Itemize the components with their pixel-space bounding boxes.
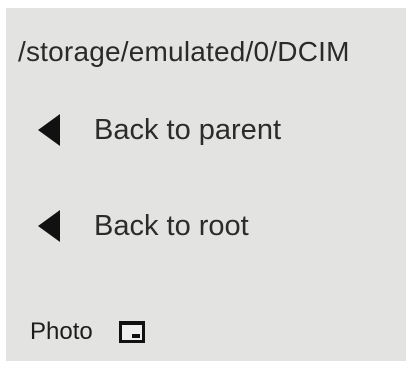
back-to-root-button[interactable]: Back to root: [20, 202, 380, 250]
back-to-parent-button[interactable]: Back to parent: [20, 106, 380, 154]
folder-icon: [118, 321, 145, 343]
back-to-parent-label: Back to parent: [94, 113, 281, 146]
file-browser-screen: /storage/emulated/0/DCIM Back to parent …: [6, 8, 406, 361]
left-triangle-icon: [38, 210, 60, 242]
left-triangle-icon: [38, 114, 60, 146]
folder-item-photo[interactable]: Photo: [30, 310, 145, 354]
back-to-root-label: Back to root: [94, 209, 249, 242]
folder-name: Photo: [30, 318, 93, 345]
current-path: /storage/emulated/0/DCIM: [18, 36, 350, 67]
